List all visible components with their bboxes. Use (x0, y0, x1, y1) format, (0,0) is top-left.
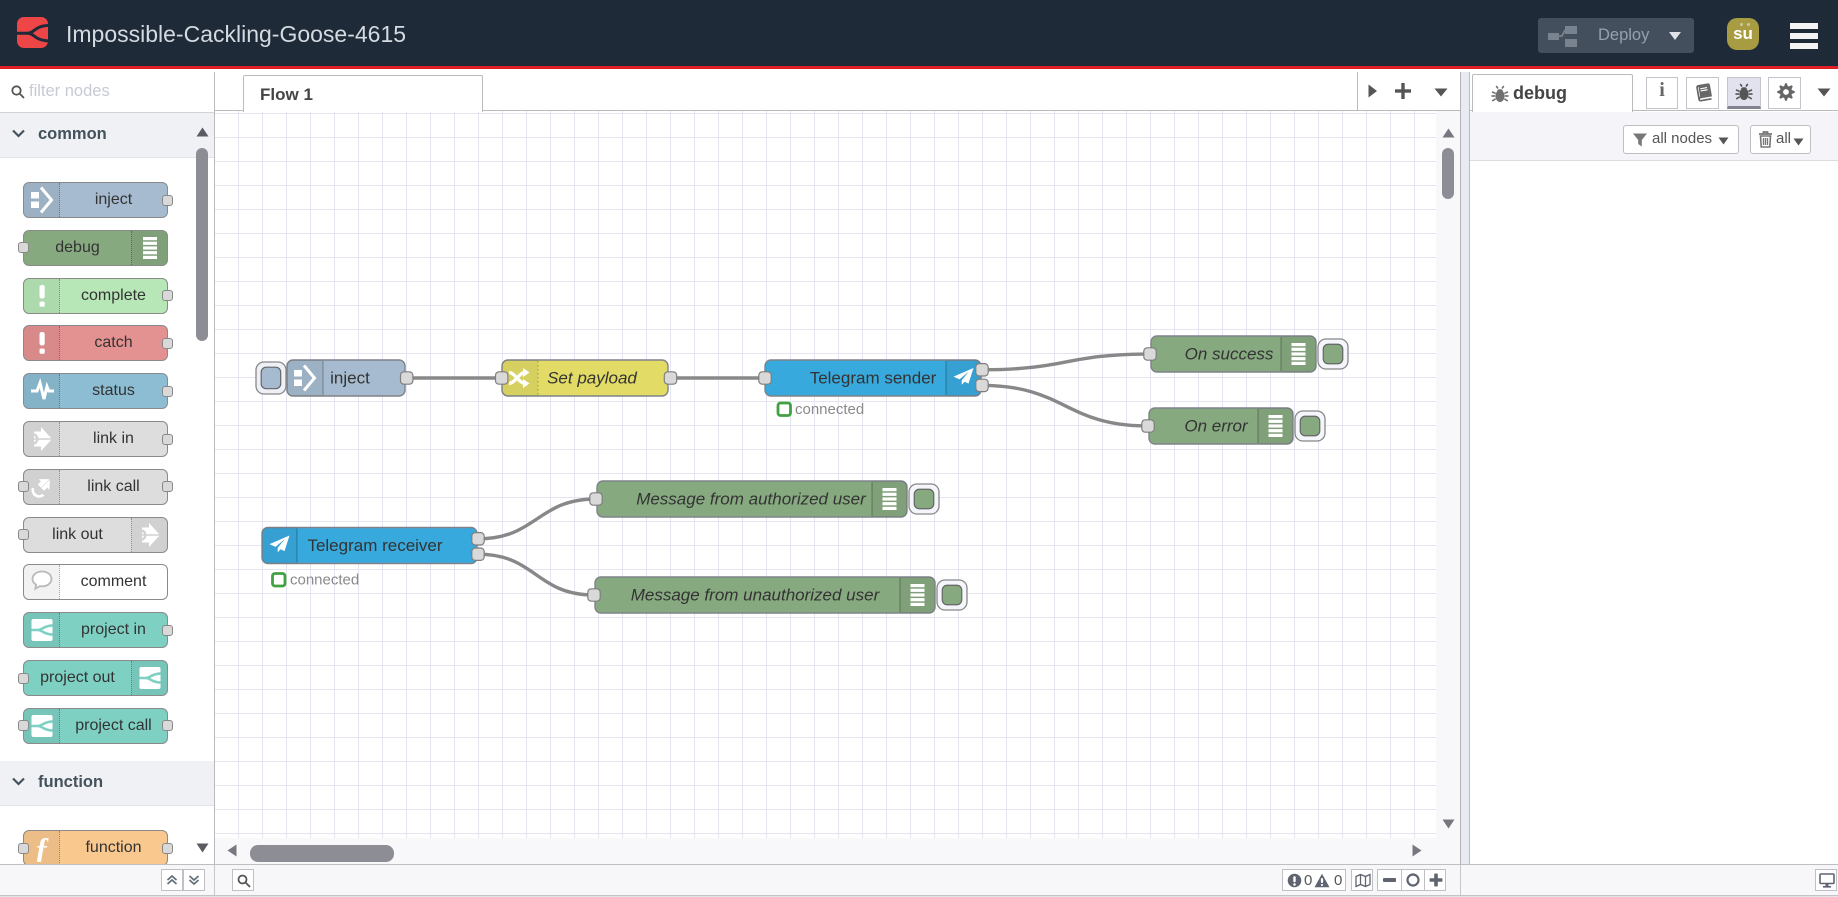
svg-text:On success: On success (1185, 345, 1274, 364)
svg-text:inject: inject (330, 369, 370, 388)
svg-text:On error: On error (1184, 417, 1249, 436)
svg-text:Telegram receiver: Telegram receiver (307, 536, 442, 555)
svg-text:connected: connected (290, 572, 359, 589)
svg-text:Message from authorized user: Message from authorized user (636, 490, 867, 509)
svg-text:connected: connected (795, 401, 864, 418)
svg-text:Set payload: Set payload (547, 369, 637, 388)
svg-text:Telegram sender: Telegram sender (810, 369, 937, 388)
svg-text:Message from unauthorized user: Message from unauthorized user (631, 586, 881, 605)
